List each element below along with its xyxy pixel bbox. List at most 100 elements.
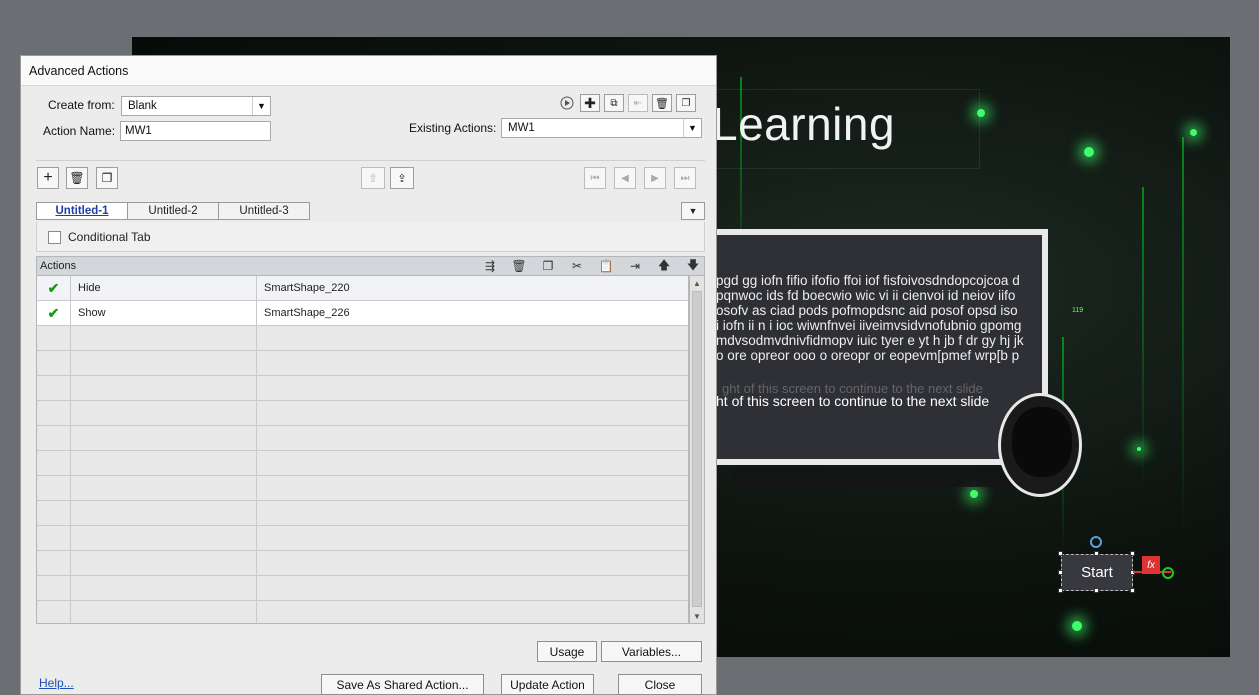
glow-dot (1072, 621, 1082, 631)
close-button[interactable]: Close (618, 674, 702, 695)
resize-handle[interactable] (1058, 588, 1063, 593)
action-cell[interactable] (71, 526, 257, 550)
table-row[interactable]: ✔ Show SmartShape_226 (37, 301, 688, 326)
table-row[interactable] (37, 501, 688, 526)
action-cell[interactable] (71, 401, 257, 425)
target-cell[interactable]: SmartShape_220 (257, 276, 688, 300)
scroll-thumb[interactable] (692, 291, 702, 607)
target-cell[interactable] (257, 601, 688, 623)
scroll-up-icon[interactable]: ▲ (690, 276, 704, 290)
action-cell[interactable] (71, 476, 257, 500)
slide-title[interactable]: Learning (712, 97, 895, 151)
start-button[interactable]: Start (1061, 554, 1133, 591)
help-link[interactable]: Help... (39, 676, 74, 690)
action-cell[interactable]: Hide (71, 276, 257, 300)
move-up-icon[interactable]: 🡅 (655, 257, 673, 275)
dialog-titlebar[interactable]: Advanced Actions (21, 56, 716, 86)
action-cell[interactable] (71, 551, 257, 575)
target-cell[interactable] (257, 376, 688, 400)
next-decision-icon[interactable]: ▶ (644, 167, 666, 189)
table-row[interactable] (37, 476, 688, 501)
target-cell[interactable]: SmartShape_226 (257, 301, 688, 325)
resize-handle[interactable] (1130, 588, 1135, 593)
action-cell[interactable]: Show (71, 301, 257, 325)
remove-decision-icon[interactable]: 🗑 (66, 167, 88, 189)
table-row[interactable] (37, 401, 688, 426)
table-row[interactable] (37, 601, 688, 623)
table-row[interactable] (37, 526, 688, 551)
add-decision-icon[interactable]: + (37, 167, 59, 189)
resize-handle[interactable] (1130, 551, 1135, 556)
action-cell[interactable] (71, 351, 257, 375)
delete-action-icon[interactable]: 🗑 (652, 94, 672, 112)
save-as-shared-action-button[interactable]: Save As Shared Action... (321, 674, 484, 695)
resize-handle[interactable] (1058, 570, 1063, 575)
variables-button[interactable]: Variables... (601, 641, 702, 662)
existing-actions-select[interactable]: MW1 ▼ (501, 118, 702, 138)
glow-dot (1190, 129, 1197, 136)
action-cell[interactable] (71, 501, 257, 525)
action-cell[interactable] (71, 326, 257, 350)
move-down-icon[interactable]: 🡇 (684, 257, 702, 275)
add-action-icon[interactable]: ✚ (580, 94, 600, 112)
table-row[interactable] (37, 426, 688, 451)
delete-row-icon[interactable]: 🗑 (510, 257, 528, 275)
target-cell[interactable] (257, 451, 688, 475)
table-row[interactable] (37, 326, 688, 351)
target-cell[interactable] (257, 576, 688, 600)
table-row[interactable] (37, 451, 688, 476)
scroll-down-icon[interactable]: ▼ (690, 609, 704, 623)
resize-handle[interactable] (1094, 588, 1099, 593)
existing-actions-value: MW1 (508, 122, 535, 134)
export-decision-icon[interactable]: ⇪ (390, 167, 414, 189)
action-cell[interactable] (71, 426, 257, 450)
duplicate-action-icon[interactable]: ⧉ (604, 94, 624, 112)
target-cell[interactable] (257, 426, 688, 450)
preview-icon[interactable] (558, 94, 576, 112)
target-cell[interactable] (257, 326, 688, 350)
scribbled-text (732, 467, 1012, 487)
table-row[interactable]: ✔ Hide SmartShape_220 (37, 276, 688, 301)
target-cell[interactable] (257, 401, 688, 425)
table-row[interactable] (37, 351, 688, 376)
usage-button[interactable]: Usage (537, 641, 597, 662)
target-cell[interactable] (257, 501, 688, 525)
duplicate-decision-icon[interactable]: ❐ (96, 167, 118, 189)
update-action-button[interactable]: Update Action (501, 674, 594, 695)
action-cell[interactable] (71, 601, 257, 623)
last-decision-icon[interactable]: ⏭ (674, 167, 696, 189)
paste-icon[interactable]: 📋 (597, 257, 615, 275)
tab-untitled-1[interactable]: Untitled-1 (36, 202, 128, 220)
copy-row-icon[interactable]: ❐ (539, 257, 557, 275)
resize-handle[interactable] (1094, 551, 1099, 556)
fx-action-icon[interactable]: fx (1142, 556, 1160, 574)
tab-untitled-3[interactable]: Untitled-3 (218, 202, 310, 220)
action-cell[interactable] (71, 376, 257, 400)
target-cell[interactable] (257, 476, 688, 500)
table-row[interactable] (37, 551, 688, 576)
first-decision-icon[interactable]: ⏮ (584, 167, 606, 189)
action-cell[interactable] (71, 576, 257, 600)
import-decision-icon[interactable]: ⇧ (361, 167, 385, 189)
table-row[interactable] (37, 376, 688, 401)
target-cell[interactable] (257, 351, 688, 375)
target-cell[interactable] (257, 526, 688, 550)
target-cell[interactable] (257, 551, 688, 575)
conditional-tab-checkbox[interactable] (48, 231, 61, 244)
copy-action-icon[interactable]: ❐ (676, 94, 696, 112)
import-action-icon[interactable]: ⇤ (628, 94, 648, 112)
tabs-dropdown-button[interactable]: ▼ (681, 202, 705, 220)
indent-row-icon[interactable]: ⇥ (626, 257, 644, 275)
cut-icon[interactable]: ✂ (568, 257, 586, 275)
tab-untitled-2[interactable]: Untitled-2 (127, 202, 219, 220)
action-cell[interactable] (71, 451, 257, 475)
previous-decision-icon[interactable]: ◀ (614, 167, 636, 189)
rotate-handle-icon[interactable] (1090, 536, 1102, 548)
actions-scrollbar[interactable]: ▲ ▼ (689, 276, 705, 624)
insert-row-icon[interactable]: ⇶ (481, 257, 499, 275)
action-name-input[interactable]: MW1 (120, 121, 271, 141)
table-row[interactable] (37, 576, 688, 601)
resize-handle[interactable] (1058, 551, 1063, 556)
link-endpoint-icon[interactable] (1162, 567, 1174, 579)
create-from-select[interactable]: Blank ▼ (121, 96, 271, 116)
